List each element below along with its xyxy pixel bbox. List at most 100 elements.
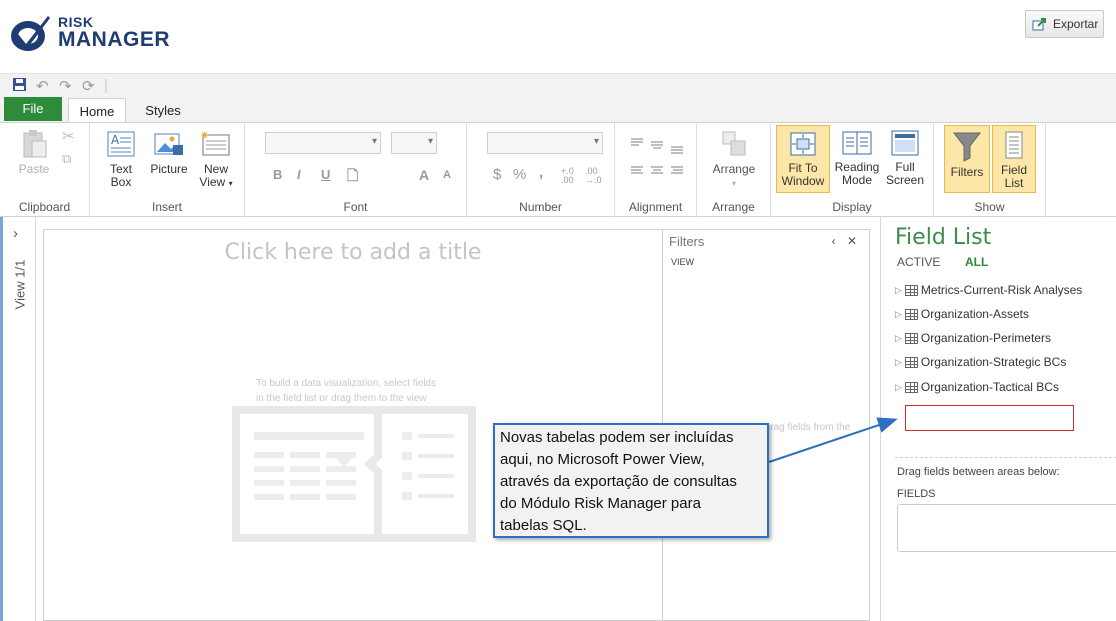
field-list-item[interactable]: ▷ Organization-Perimeters <box>895 331 1051 345</box>
insert-group: A Text Box Picture ✷ New View ▾ Insert <box>90 123 245 217</box>
tab-active[interactable]: ACTIVE <box>897 255 940 269</box>
callout-line: aqui, no Microsoft Power View, <box>500 451 705 468</box>
field-list-item-label: Organization-Assets <box>920 307 1029 321</box>
field-list-item-label: Organization-Perimeters <box>920 331 1051 345</box>
shrink-font-button[interactable]: A <box>443 169 451 181</box>
grow-font-button[interactable]: A <box>419 167 429 183</box>
svg-text:A: A <box>111 133 120 147</box>
tab-home[interactable]: Home <box>68 98 126 124</box>
expand-triangle-icon[interactable]: ▷ <box>895 357 902 368</box>
filter-icon <box>952 132 982 162</box>
alignment-group-label: Alignment <box>628 200 683 214</box>
filters-collapse-close-icons[interactable]: ‹ ✕ <box>832 234 861 248</box>
app-header: RISK MANAGER Exportar <box>0 0 1116 73</box>
new-view-label-2: View <box>199 175 226 189</box>
refresh-icon[interactable]: ⟳ <box>82 77 95 95</box>
field-list-item-label: Metrics-Current-Risk Analyses <box>920 283 1083 297</box>
field-list-divider <box>895 457 1116 458</box>
paste-icon <box>23 130 47 158</box>
filters-view-tab[interactable]: VIEW <box>671 257 694 267</box>
undo-icon[interactable]: ↶ <box>36 77 49 95</box>
field-list-item-label: Organization-Tactical BCs <box>920 380 1059 394</box>
paste-label: Paste <box>18 162 50 176</box>
empty-view-placeholder-icon <box>232 406 476 542</box>
reading-label-2: Mode <box>841 173 873 187</box>
callout-line: do Módulo Risk Manager para <box>500 495 701 512</box>
clipboard-group: Paste ✂ ⧉ Clipboard <box>0 123 90 217</box>
svg-text:✷: ✷ <box>200 130 209 142</box>
expand-triangle-icon[interactable]: ▷ <box>895 309 902 320</box>
copy-icon[interactable]: ⧉ <box>62 151 71 167</box>
canvas-hint: To build a data visualization, select fi… <box>256 376 436 406</box>
tab-file[interactable]: File <box>4 97 62 121</box>
percent-button[interactable]: % <box>513 166 526 183</box>
logo-check-icon <box>11 16 50 51</box>
field-list-item-label: Organization-Strategic BCs <box>920 355 1067 369</box>
tab-all[interactable]: ALL <box>965 255 988 269</box>
arrange-button[interactable]: Arrange ▾ <box>709 129 759 190</box>
fit-to-window-button[interactable]: Fit To Window <box>776 125 830 193</box>
field-list-item[interactable]: ▷ Organization-Tactical BCs <box>895 380 1059 394</box>
text-box-button[interactable]: A Text Box <box>104 129 138 189</box>
table-icon <box>904 381 918 393</box>
fields-drop-area[interactable] <box>897 504 1116 552</box>
view-strip[interactable]: › View 1/1 <box>0 217 36 621</box>
text-box-icon: A <box>107 131 135 157</box>
font-name-combo[interactable] <box>265 132 381 154</box>
text-box-label-2: Box <box>110 175 132 189</box>
text-box-label-1: Text <box>109 162 132 176</box>
font-size-combo[interactable] <box>391 132 437 154</box>
expand-triangle-icon[interactable]: ▷ <box>895 382 902 393</box>
new-view-label-1: New <box>203 162 228 176</box>
reading-mode-button[interactable]: Reading Mode <box>833 129 881 187</box>
toolbar-separator: | <box>104 77 108 94</box>
new-view-button[interactable]: ✷ New View ▾ <box>196 129 236 190</box>
field-list-item[interactable]: ▷ Metrics-Current-Risk Analyses <box>895 283 1082 297</box>
number-group-label: Number <box>519 200 562 214</box>
canvas-title-placeholder[interactable]: Click here to add a title <box>44 240 662 265</box>
redo-icon[interactable]: ↷ <box>59 77 72 95</box>
ribbon-tabs: File Home Styles <box>0 97 1116 124</box>
chevron-right-icon[interactable]: › <box>13 225 18 242</box>
field-list-item[interactable]: ▷ Organization-Assets <box>895 307 1029 321</box>
font-color-icon[interactable]: 🗋 <box>347 165 358 189</box>
increase-decimal-button[interactable]: +.0.00 <box>561 167 579 185</box>
underline-button[interactable]: U <box>321 167 330 182</box>
save-icon[interactable] <box>12 77 27 96</box>
tab-styles[interactable]: Styles <box>134 99 192 123</box>
annotation-callout: Novas tabelas podem ser incluídas aqui, … <box>493 423 769 538</box>
callout-line: através da exportação de consultas <box>500 473 737 490</box>
field-list-item[interactable]: ▷ Organization-Strategic BCs <box>895 355 1066 369</box>
canvas-hint-line2: in the field list or drag them to the vi… <box>256 393 427 404</box>
comma-button[interactable]: , <box>539 164 543 181</box>
filters-title: Filters <box>669 234 705 249</box>
expand-triangle-icon[interactable]: ▷ <box>895 333 902 344</box>
filters-label: Filters <box>950 165 984 179</box>
reading-mode-icon <box>842 131 872 155</box>
full-screen-button[interactable]: Full Screen <box>883 129 927 187</box>
font-group-label: Font <box>343 200 368 214</box>
paste-button[interactable]: Paste <box>14 129 54 176</box>
new-table-highlight-box <box>905 405 1074 431</box>
quick-access-toolbar: ↶ ↷ ⟳ | <box>0 73 1116 97</box>
export-button[interactable]: Exportar <box>1025 10 1104 38</box>
bold-button[interactable]: B <box>273 167 282 182</box>
alignment-icons[interactable] <box>629 137 689 177</box>
fit-label-2: Window <box>781 174 825 188</box>
field-list-button[interactable]: Field List <box>992 125 1036 193</box>
canvas-hint-line1: To build a data visualization, select fi… <box>256 378 437 389</box>
ribbon: Paste ✂ ⧉ Clipboard A Text Box Picture ✷… <box>0 122 1116 217</box>
arrange-group-label: Arrange <box>712 200 755 214</box>
full-screen-icon <box>891 130 919 156</box>
display-group: Fit To Window Reading Mode Full Screen D… <box>771 123 934 217</box>
currency-button[interactable]: $ <box>493 166 501 183</box>
decrease-decimal-button[interactable]: .00 →.0 <box>585 167 603 185</box>
filters-button[interactable]: Filters <box>944 125 990 193</box>
reading-label-1: Reading <box>834 160 880 174</box>
number-format-combo[interactable] <box>487 132 603 154</box>
new-view-icon: ✷ <box>200 130 230 156</box>
expand-triangle-icon[interactable]: ▷ <box>895 285 902 296</box>
italic-button[interactable]: I <box>297 167 301 182</box>
cut-icon[interactable]: ✂ <box>62 127 75 145</box>
picture-button[interactable]: Picture <box>148 129 190 176</box>
